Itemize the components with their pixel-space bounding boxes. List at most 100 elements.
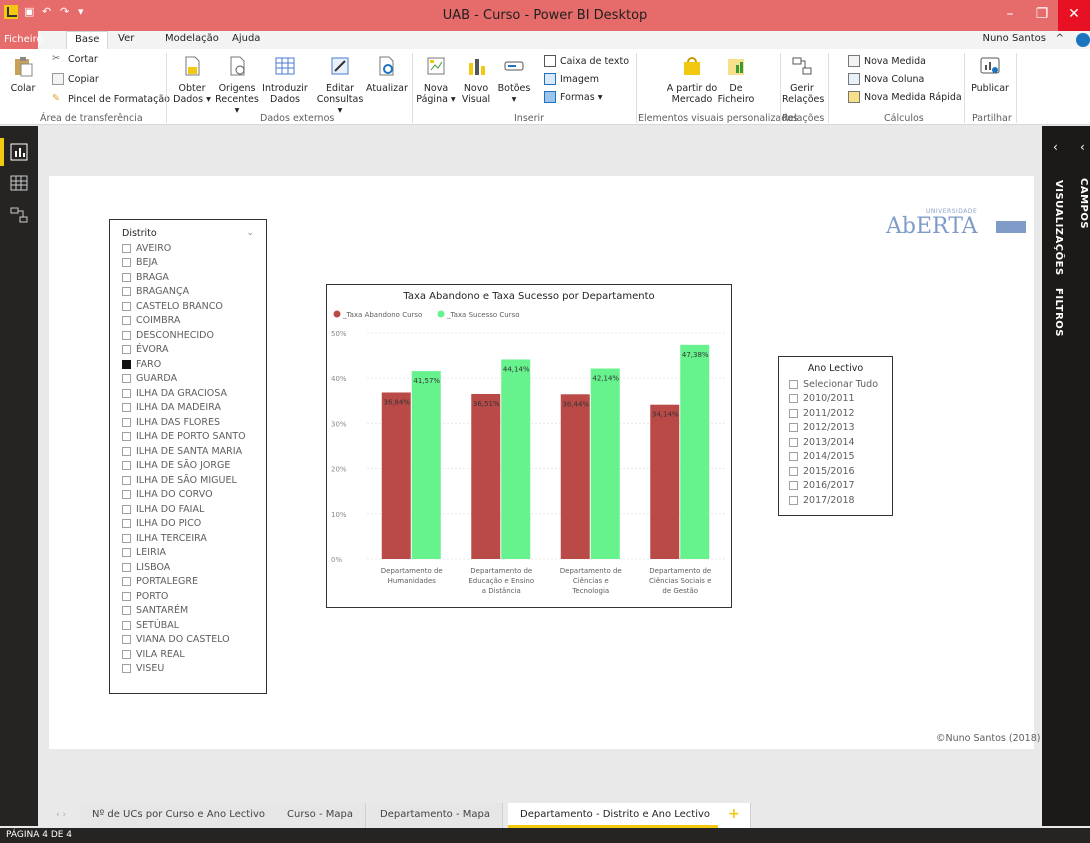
checkbox[interactable] (122, 519, 131, 529)
new-column-button[interactable]: Nova Coluna (848, 73, 924, 85)
checkbox[interactable] (789, 437, 798, 447)
slicer-option[interactable]: VILA REAL (122, 647, 254, 662)
slicer-option[interactable]: ILHA DE PORTO SANTO (122, 430, 254, 445)
checkbox[interactable] (122, 591, 131, 601)
slicer-option[interactable]: VIANA DO CASTELO (122, 633, 254, 648)
checkbox[interactable] (122, 359, 131, 369)
slicer-ano-lectivo[interactable]: Ano Lectivo Selecionar Tudo 2010/2011 2011… (778, 356, 893, 516)
slicer-option[interactable]: SETÚBAL (122, 618, 254, 633)
checkbox[interactable] (789, 394, 798, 404)
quick-measure-button[interactable]: Nova Medida Rápida (848, 91, 962, 103)
checkbox[interactable] (122, 287, 131, 297)
help-icon[interactable] (1076, 33, 1090, 47)
slicer-option[interactable]: ILHA DE SÃO JORGE (122, 459, 254, 474)
page-tab[interactable]: Curso - Mapa (275, 803, 366, 828)
collapse-ribbon-icon[interactable]: ^ (1056, 33, 1064, 44)
slicer-option[interactable]: SANTARÉM (122, 604, 254, 619)
slicer-option[interactable]: ILHA DA MADEIRA (122, 401, 254, 416)
format-painter-button[interactable]: ✎ Pincel de Formatação (52, 93, 170, 105)
new-visual-button[interactable]: Novo Visual (458, 55, 494, 105)
report-view-icon[interactable] (10, 143, 28, 161)
slicer-option[interactable]: CASTELO BRANCO (122, 299, 254, 314)
checkbox[interactable] (789, 452, 798, 462)
checkbox[interactable] (122, 316, 131, 326)
checkbox[interactable] (122, 606, 131, 616)
edit-queries-button[interactable]: Editar Consultas ▾ (316, 55, 364, 116)
publish-button[interactable]: Publicar (968, 55, 1012, 94)
checkbox[interactable] (122, 664, 131, 674)
get-data-button[interactable]: Obter Dados ▾ (172, 55, 212, 105)
checkbox[interactable] (122, 345, 131, 355)
slicer-option[interactable]: DESCONHECIDO (122, 328, 254, 343)
slicer-option[interactable]: ILHA DE SANTA MARIA (122, 444, 254, 459)
slicer-option[interactable]: ÉVORA (122, 343, 254, 358)
checkbox[interactable] (789, 466, 798, 476)
textbox-button[interactable]: Caixa de texto (544, 55, 629, 67)
checkbox[interactable] (122, 461, 131, 471)
fields-pane-tab[interactable]: CAMPOS (1078, 178, 1089, 229)
slicer-option[interactable]: 2011/2012 (789, 406, 882, 421)
relationships-view-icon[interactable] (10, 206, 28, 224)
tab-file[interactable]: Ficheiro (0, 31, 43, 49)
slicer-option[interactable]: GUARDA (122, 372, 254, 387)
slicer-option[interactable]: BRAGANÇA (122, 285, 254, 300)
enter-data-button[interactable]: Introduzir Dados (262, 55, 308, 105)
checkbox[interactable] (122, 330, 131, 340)
slicer-option[interactable]: 2012/2013 (789, 421, 882, 436)
checkbox[interactable] (122, 504, 131, 514)
slicer-option[interactable]: PORTO (122, 589, 254, 604)
maximize-button[interactable]: ❐ (1026, 0, 1058, 31)
slicer-option[interactable]: 2010/2011 (789, 392, 882, 407)
slicer-option[interactable]: 2017/2018 (789, 493, 882, 508)
checkbox[interactable] (122, 620, 131, 630)
minimize-button[interactable]: – (994, 0, 1026, 31)
user-name[interactable]: Nuno Santos (982, 33, 1046, 44)
slicer-option[interactable]: BEJA (122, 256, 254, 271)
checkbox[interactable] (122, 533, 131, 543)
checkbox[interactable] (122, 548, 131, 558)
tab-view[interactable]: Ver (118, 33, 134, 44)
slicer-option[interactable]: 2015/2016 (789, 464, 882, 479)
checkbox[interactable] (122, 446, 131, 456)
new-measure-button[interactable]: Nova Medida (848, 55, 926, 67)
add-page-button[interactable]: + (718, 803, 751, 828)
slicer-option[interactable]: ILHA DE SÃO MIGUEL (122, 473, 254, 488)
slicer-option[interactable]: ILHA TERCEIRA (122, 531, 254, 546)
checkbox[interactable] (122, 649, 131, 659)
slicer-option[interactable]: LEIRIA (122, 546, 254, 561)
checkbox[interactable] (122, 562, 131, 572)
checkbox[interactable] (122, 635, 131, 645)
visualizations-pane-tab[interactable]: VISUALIZAÇÕES (1053, 180, 1064, 276)
refresh-button[interactable]: Atualizar (366, 55, 408, 94)
slicer-option[interactable]: VISEU (122, 662, 254, 677)
marketplace-button[interactable]: A partir do Mercado (664, 55, 720, 105)
slicer-option[interactable]: ILHA DA GRACIOSA (122, 386, 254, 401)
buttons-button[interactable]: Botões ▾ (496, 55, 532, 105)
checkbox[interactable] (122, 577, 131, 587)
checkbox[interactable] (122, 490, 131, 500)
slicer-option[interactable]: PORTALEGRE (122, 575, 254, 590)
checkbox[interactable] (122, 301, 131, 311)
cut-button[interactable]: ✂ Cortar (52, 53, 98, 65)
checkbox[interactable] (789, 423, 798, 433)
checkbox[interactable] (789, 495, 798, 505)
data-view-icon[interactable] (10, 174, 28, 192)
manage-relationships-button[interactable]: Gerir Relações (782, 55, 824, 105)
image-button[interactable]: Imagem (544, 73, 599, 85)
slicer-option[interactable]: 2013/2014 (789, 435, 882, 450)
checkbox[interactable] (122, 388, 131, 398)
slicer-option[interactable]: 2016/2017 (789, 479, 882, 494)
checkbox[interactable] (122, 475, 131, 485)
tab-modeling[interactable]: Modelação (165, 33, 219, 44)
slicer-option[interactable]: LISBOA (122, 560, 254, 575)
scroll-tabs-icon[interactable]: ‹ › (56, 810, 66, 820)
page-tab[interactable]: Departamento - Mapa (368, 803, 503, 828)
checkbox[interactable] (122, 417, 131, 427)
checkbox[interactable] (122, 272, 131, 282)
checkbox[interactable] (789, 408, 798, 418)
close-button[interactable]: ✕ (1058, 0, 1090, 31)
tab-help[interactable]: Ajuda (232, 33, 260, 44)
copy-button[interactable]: Copiar (52, 73, 99, 85)
checkbox[interactable] (122, 243, 131, 253)
slicer-option[interactable]: ILHA DO FAIAL (122, 502, 254, 517)
